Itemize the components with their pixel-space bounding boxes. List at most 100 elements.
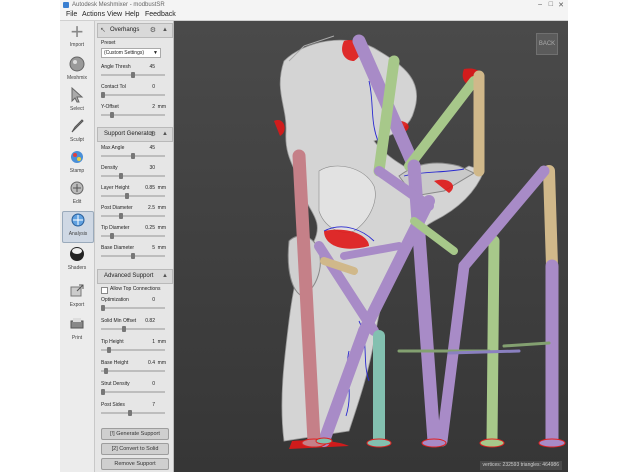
- field-value[interactable]: 0.85: [145, 185, 155, 191]
- export-tool[interactable]: Export: [62, 283, 92, 313]
- field-slider[interactable]: [101, 305, 165, 311]
- remove-support-button[interactable]: Remove Support: [101, 458, 169, 470]
- meshmix-label: Meshmix: [66, 75, 87, 81]
- slider-thumb[interactable]: [101, 305, 105, 311]
- field-slider[interactable]: [101, 153, 165, 159]
- slider-thumb[interactable]: [131, 253, 135, 259]
- field-value[interactable]: 45: [149, 64, 155, 70]
- field-row: Tip Height 1 mm: [99, 339, 169, 346]
- gear-icon[interactable]: ⚙: [150, 128, 156, 141]
- field-value[interactable]: 0.82: [145, 318, 155, 324]
- field-value[interactable]: 0.4: [148, 360, 155, 366]
- shaders-label: Shaders: [67, 265, 87, 271]
- field-value[interactable]: 0: [152, 381, 155, 387]
- field-slider[interactable]: [101, 72, 165, 78]
- edit-tool[interactable]: Edit: [62, 180, 92, 210]
- field-row: Y-Offset 2 mm: [99, 104, 169, 111]
- analysis-tool[interactable]: Analysis: [62, 211, 94, 243]
- slider-thumb[interactable]: [104, 368, 108, 374]
- field-slider[interactable]: [101, 347, 165, 353]
- field-value[interactable]: 0: [152, 297, 155, 303]
- select-tool[interactable]: Select: [62, 86, 92, 117]
- field-value[interactable]: 2: [152, 104, 155, 110]
- slider-thumb[interactable]: [107, 347, 111, 353]
- export-icon: [67, 283, 87, 301]
- support-settings-panel: ↖ Overhangs ⚙ ▲ Preset (Custom Settings)…: [95, 21, 174, 472]
- collapse-icon[interactable]: ▲: [162, 24, 168, 37]
- shaders-tool[interactable]: Shaders: [62, 246, 92, 276]
- 3d-viewport[interactable]: BACK vertices: 232593 triangles: 464986: [174, 21, 568, 472]
- maximize-button[interactable]: □: [549, 1, 553, 8]
- collapse-icon[interactable]: ▲: [162, 270, 168, 283]
- close-button[interactable]: ✕: [558, 1, 564, 9]
- slider-thumb[interactable]: [101, 389, 105, 395]
- field-value[interactable]: 1: [152, 339, 155, 345]
- slider-thumb[interactable]: [101, 92, 105, 98]
- field-value[interactable]: 7: [152, 402, 155, 408]
- field-value[interactable]: 2.5: [148, 205, 155, 211]
- field-label: Base Height: [101, 360, 129, 366]
- menu-file[interactable]: File: [66, 11, 77, 18]
- generate-support-button[interactable]: [!] Generate Support: [101, 428, 169, 440]
- slider-thumb[interactable]: [119, 213, 123, 219]
- view-cube[interactable]: BACK: [536, 33, 558, 55]
- menu-help[interactable]: Help: [125, 11, 139, 18]
- sculpt-tool[interactable]: Sculpt: [62, 118, 92, 148]
- field-row: Layer Height 0.85 mm: [99, 185, 169, 192]
- advanced-support-header[interactable]: Advanced Support ▲: [97, 269, 173, 284]
- shader-ball-icon: [67, 246, 87, 264]
- menu-actions[interactable]: Actions: [82, 11, 105, 18]
- field-unit: mm: [157, 205, 166, 211]
- minimize-button[interactable]: –: [538, 1, 542, 8]
- allow-top-connections-checkbox[interactable]: Allow Top Connections: [101, 286, 171, 294]
- slider-thumb[interactable]: [131, 153, 135, 159]
- slider-thumb[interactable]: [128, 410, 132, 416]
- stamp-tool[interactable]: Stamp: [62, 149, 92, 179]
- field-row: Base Diameter 5 mm: [99, 245, 169, 252]
- collapse-icon[interactable]: ▲: [162, 128, 168, 141]
- import-tool[interactable]: + Import: [62, 21, 92, 53]
- meshmix-tool[interactable]: Meshmix: [62, 56, 92, 86]
- field-slider[interactable]: [101, 92, 165, 98]
- field-slider[interactable]: [101, 368, 165, 374]
- field-value[interactable]: 5: [152, 245, 155, 251]
- overhangs-header[interactable]: ↖ Overhangs ⚙ ▲: [97, 23, 173, 38]
- window-title: Autodesk Meshmixer - modbustSR: [72, 2, 165, 8]
- field-slider[interactable]: [101, 173, 165, 179]
- field-value[interactable]: 45: [149, 145, 155, 151]
- slider-thumb[interactable]: [131, 72, 135, 78]
- export-label: Export: [69, 302, 85, 308]
- field-slider[interactable]: [101, 233, 165, 239]
- field-value[interactable]: 0.25: [145, 225, 155, 231]
- slider-thumb[interactable]: [122, 326, 126, 332]
- menu-feedback[interactable]: Feedback: [145, 11, 176, 18]
- support-generator-header[interactable]: Support Generator ⚙ ▲: [97, 127, 173, 142]
- field-label: Density: [101, 165, 118, 171]
- slider-thumb[interactable]: [119, 173, 123, 179]
- print-tool[interactable]: Print: [62, 316, 92, 346]
- stamp-label: Stamp: [69, 168, 85, 174]
- field-row: Base Height 0.4 mm: [99, 360, 169, 367]
- slider-thumb[interactable]: [110, 112, 114, 118]
- field-row: Density 30: [99, 165, 169, 172]
- field-slider[interactable]: [101, 253, 165, 259]
- field-slider[interactable]: [101, 326, 165, 332]
- convert-to-solid-button[interactable]: [2] Convert to Solid: [101, 443, 169, 455]
- preset-select[interactable]: (Custom Settings) ▼: [101, 48, 161, 58]
- field-slider[interactable]: [101, 410, 165, 416]
- gear-icon[interactable]: ⚙: [150, 24, 156, 37]
- field-slider[interactable]: [101, 389, 165, 395]
- checkbox-box[interactable]: [101, 287, 108, 294]
- field-value[interactable]: 30: [149, 165, 155, 171]
- app-icon: [63, 2, 69, 8]
- field-row: Tip Diameter 0.25 mm: [99, 225, 169, 232]
- field-slider[interactable]: [101, 193, 165, 199]
- field-slider[interactable]: [101, 112, 165, 118]
- menu-bar: File Actions View Help Feedback: [60, 10, 568, 21]
- field-slider[interactable]: [101, 213, 165, 219]
- menu-view[interactable]: View: [107, 11, 122, 18]
- slider-thumb[interactable]: [125, 193, 129, 199]
- field-label: Solid Min Offset: [101, 318, 137, 324]
- slider-thumb[interactable]: [110, 233, 114, 239]
- field-value[interactable]: 0: [152, 84, 155, 90]
